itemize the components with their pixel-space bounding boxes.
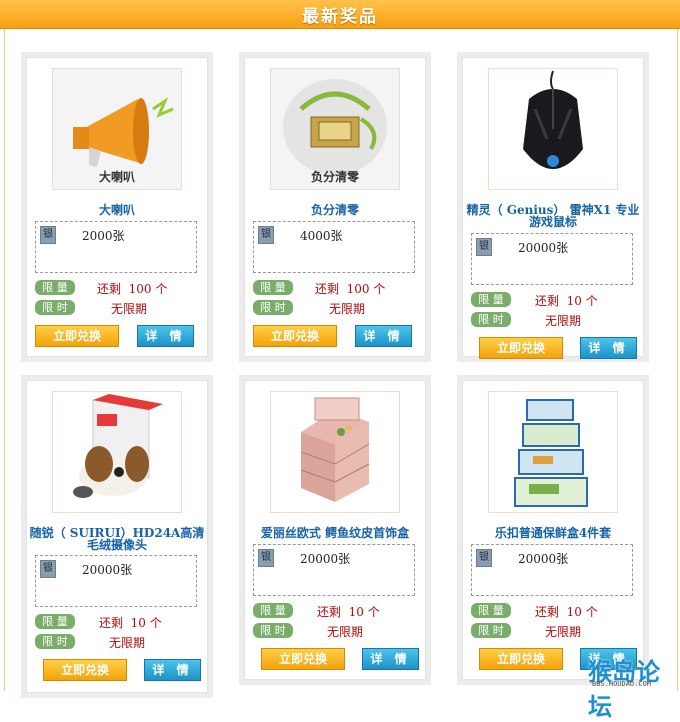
silver-coin-icon: 银 [40, 226, 56, 244]
remaining-label: 还剩 [99, 616, 124, 630]
product-card-mouse: 精灵（ Genius） 雷神X1 专业游戏鼠标 银 20000张 限 量 还剩 … [462, 57, 644, 359]
remaining-row: 还剩 10 个 [99, 614, 162, 631]
exchange-button[interactable]: 立即兑换 [35, 325, 119, 347]
limit-tag: 限 量 [35, 614, 75, 629]
remaining-label: 还剩 [97, 282, 122, 296]
product-image[interactable] [488, 391, 618, 513]
detail-button[interactable]: 详 情 [362, 648, 419, 670]
detail-button[interactable]: 详 情 [137, 325, 194, 347]
remaining-count: 10 个 [566, 605, 598, 619]
remaining-row: 还剩 10 个 [535, 292, 598, 309]
product-image[interactable] [52, 391, 182, 513]
plush-dog-webcam-icon [53, 392, 181, 512]
validity-text: 无限期 [111, 302, 148, 316]
remaining-row: 还剩 10 个 [535, 603, 598, 620]
product-image[interactable]: 负分清零 [270, 68, 400, 190]
product-name[interactable]: 负分清零 [245, 204, 425, 216]
silver-coin-icon: 银 [40, 560, 56, 578]
price-text: 20000张 [82, 563, 133, 577]
product-card-webcam: 随锐（ SUIRUI）HD24A高清毛绒摄像头 银 20000张 限 量 还剩 … [26, 380, 208, 693]
limit-tag: 限 量 [35, 280, 75, 295]
remaining-count: 10 个 [130, 616, 162, 630]
remaining-label: 还剩 [535, 294, 560, 308]
limit-tag: 限 量 [253, 603, 293, 618]
price-text: 20000张 [518, 241, 569, 255]
time-tag: 限 时 [471, 623, 511, 638]
product-card-megaphone: 大喇叭 大喇叭 银 2000张 限 量 还剩 100 个 限 时 无限期 立即兑… [26, 57, 208, 357]
silver-coin-icon: 银 [476, 549, 492, 567]
remaining-row: 还剩 100 个 [315, 280, 385, 297]
remaining-count: 10 个 [348, 605, 380, 619]
validity-text: 无限期 [545, 314, 582, 328]
remaining-count: 100 个 [128, 282, 168, 296]
price-text: 2000张 [82, 229, 125, 243]
section-title: 最新奖品 [302, 7, 378, 27]
silver-coin-icon: 银 [476, 238, 492, 256]
price-box: 银 20000张 [471, 233, 633, 285]
svg-text:负分清零: 负分清零 [311, 169, 360, 184]
product-name[interactable]: 乐扣普通保鲜盒4件套 [463, 527, 643, 539]
price-box: 银 4000张 [253, 221, 415, 273]
product-image[interactable]: 大喇叭 [52, 68, 182, 190]
price-text: 20000张 [518, 552, 569, 566]
remaining-count: 100 个 [346, 282, 386, 296]
time-tag: 限 时 [35, 634, 75, 649]
product-image[interactable] [488, 68, 618, 190]
forum-watermark: 猴岛论坛 BBS.HOUDAO.COM [588, 650, 680, 721]
validity-text: 无限期 [329, 302, 366, 316]
detail-button[interactable]: 详 情 [580, 337, 637, 359]
detail-button[interactable]: 详 情 [355, 325, 412, 347]
price-box: 银 20000张 [253, 544, 415, 596]
product-image[interactable] [270, 391, 400, 513]
price-text: 4000张 [300, 229, 343, 243]
product-name[interactable]: 随锐（ SUIRUI）HD24A高清毛绒摄像头 [27, 527, 207, 551]
product-name[interactable]: 精灵（ Genius） 雷神X1 专业游戏鼠标 [463, 204, 643, 228]
limit-tag: 限 量 [471, 603, 511, 618]
exchange-button[interactable]: 立即兑换 [261, 648, 345, 670]
remaining-label: 还剩 [315, 282, 340, 296]
time-tag: 限 时 [471, 312, 511, 327]
product-name[interactable]: 大喇叭 [27, 204, 207, 216]
validity-text: 无限期 [545, 625, 582, 639]
detail-button[interactable]: 详 情 [144, 659, 201, 681]
validity-text: 无限期 [109, 636, 146, 650]
remaining-label: 还剩 [535, 605, 560, 619]
time-tag: 限 时 [253, 300, 293, 315]
price-text: 20000张 [300, 552, 351, 566]
limit-tag: 限 量 [471, 292, 511, 307]
price-box: 银 20000张 [35, 555, 197, 607]
exchange-button[interactable]: 立即兑换 [253, 325, 337, 347]
section-header: 最新奖品 [0, 0, 680, 29]
product-card-food-container: 乐扣普通保鲜盒4件套 银 20000张 限 量 还剩 10 个 限 时 无限期 … [462, 380, 644, 680]
svg-text:大喇叭: 大喇叭 [99, 169, 135, 184]
gaming-mouse-icon [489, 69, 617, 189]
remaining-label: 还剩 [317, 605, 342, 619]
exchange-button[interactable]: 立即兑换 [43, 659, 127, 681]
silver-coin-icon: 银 [258, 549, 274, 567]
exchange-button[interactable]: 立即兑换 [479, 648, 563, 670]
remaining-count: 10 个 [566, 294, 598, 308]
price-box: 银 20000张 [471, 544, 633, 596]
megaphone-icon: 大喇叭 [53, 69, 181, 189]
jewelry-box-icon [271, 392, 399, 512]
time-tag: 限 时 [253, 623, 293, 638]
product-card-clear-negative: 负分清零 负分清零 银 4000张 限 量 还剩 100 个 限 时 无限期 立… [244, 57, 426, 357]
scroll-icon: 负分清零 [271, 69, 399, 189]
silver-coin-icon: 银 [258, 226, 274, 244]
food-container-icon [489, 392, 617, 512]
limit-tag: 限 量 [253, 280, 293, 295]
remaining-row: 还剩 100 个 [97, 280, 167, 297]
exchange-button[interactable]: 立即兑换 [479, 337, 563, 359]
validity-text: 无限期 [327, 625, 364, 639]
product-name[interactable]: 爱丽丝欧式 鳄鱼纹皮首饰盒 [245, 527, 425, 539]
price-box: 银 2000张 [35, 221, 197, 273]
remaining-row: 还剩 10 个 [317, 603, 380, 620]
product-card-jewelry-box: 爱丽丝欧式 鳄鱼纹皮首饰盒 银 20000张 限 量 还剩 10 个 限 时 无… [244, 380, 426, 680]
time-tag: 限 时 [35, 300, 75, 315]
watermark-url: BBS.HOUDAO.COM [592, 680, 652, 688]
